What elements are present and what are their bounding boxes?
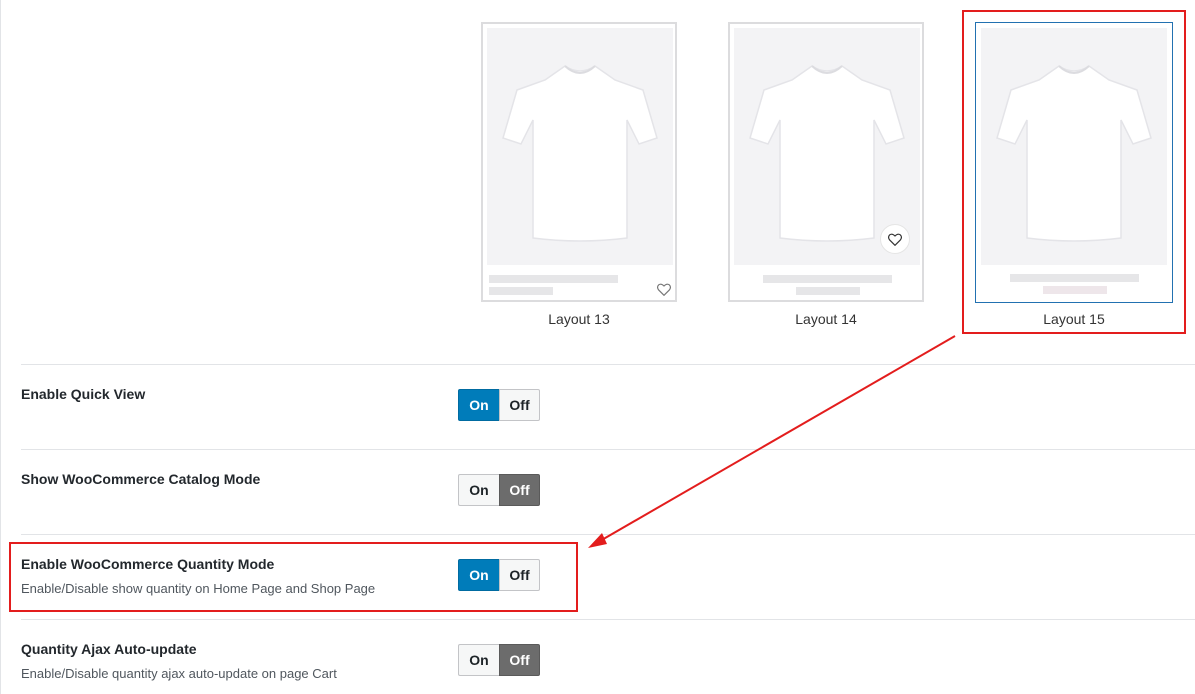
annotation-arrow <box>588 335 956 548</box>
